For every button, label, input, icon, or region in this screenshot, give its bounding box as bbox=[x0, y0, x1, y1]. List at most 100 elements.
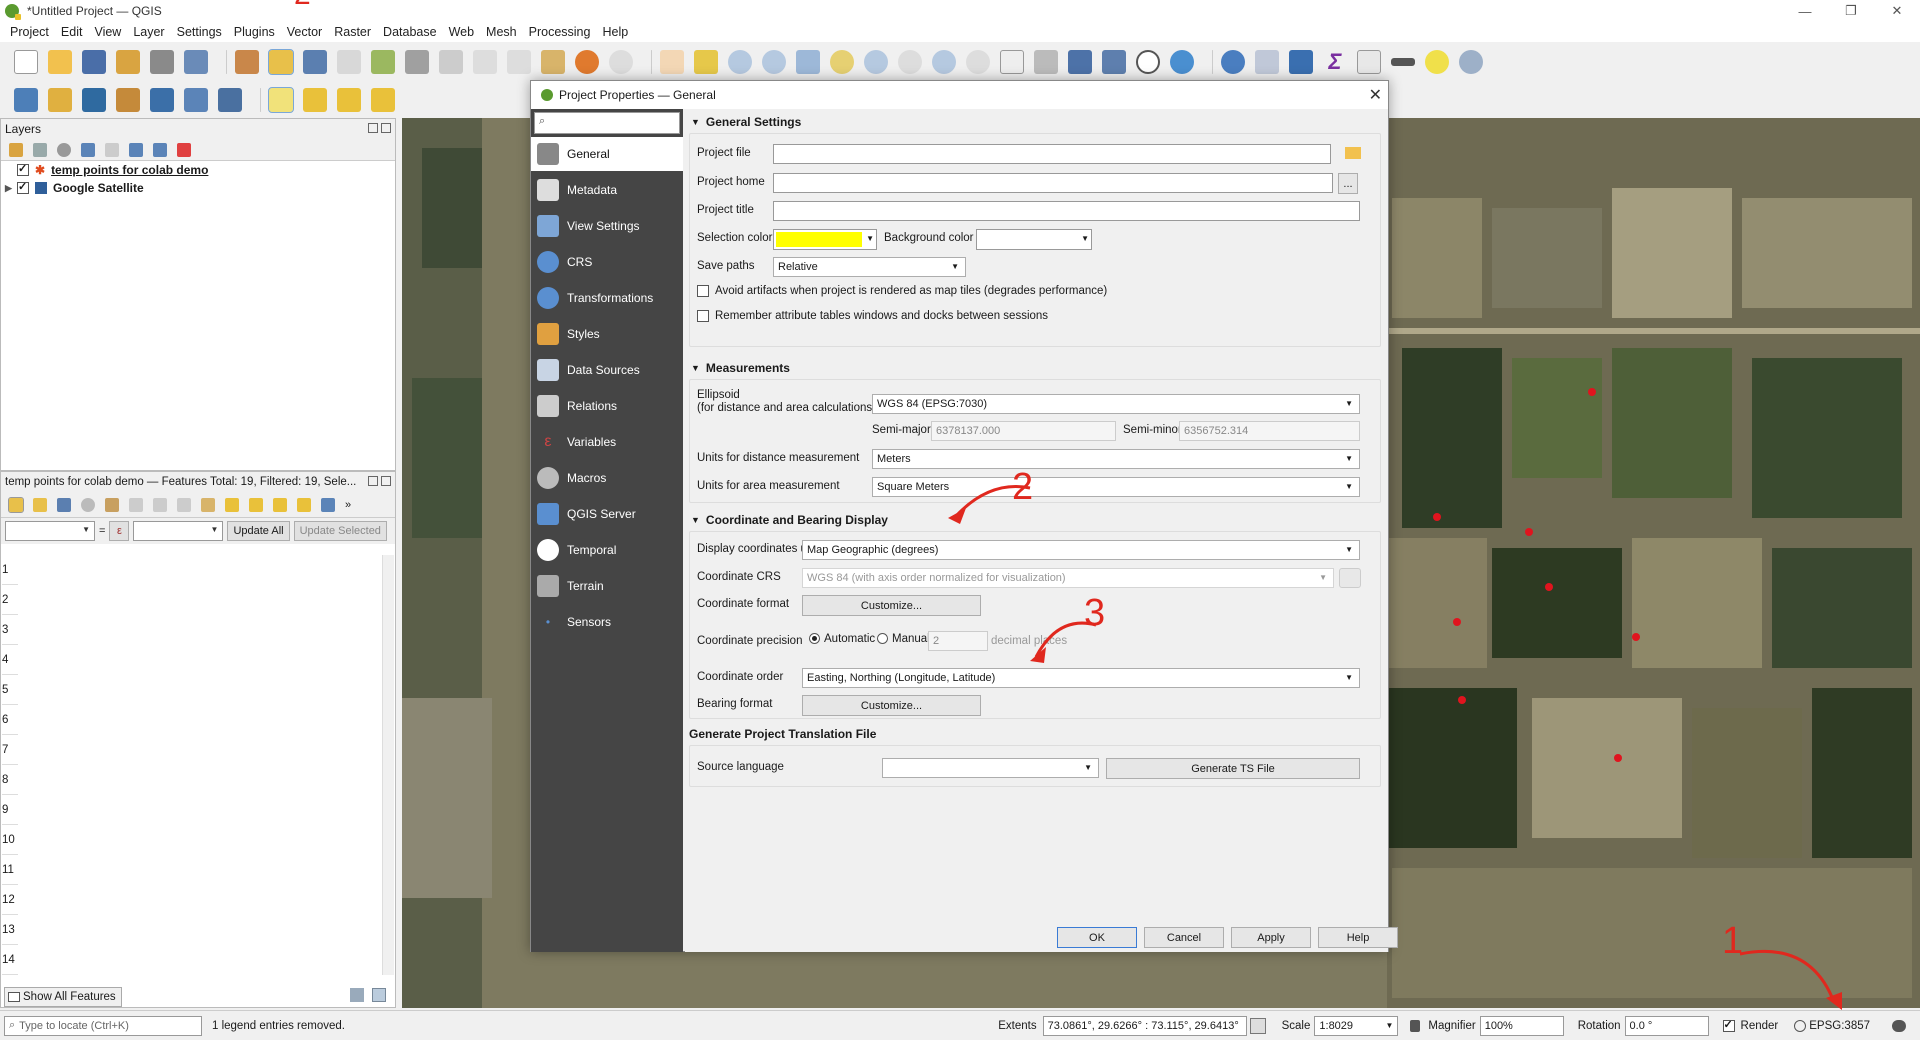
map-point-marker[interactable] bbox=[1525, 528, 1533, 536]
add-wms-icon[interactable] bbox=[184, 88, 208, 112]
selection-color-button[interactable]: ▼ bbox=[773, 229, 877, 250]
close-icon[interactable]: ✕ bbox=[1369, 85, 1382, 105]
magnifier-spinbox[interactable]: 100% bbox=[1479, 1015, 1564, 1036]
map-tips-icon[interactable] bbox=[1425, 50, 1449, 74]
browse-home-button[interactable]: ... bbox=[1338, 173, 1358, 194]
toggle-editing-icon[interactable] bbox=[8, 496, 24, 513]
nav-search-input[interactable]: ⌕ bbox=[534, 112, 680, 134]
filter-expression-icon[interactable] bbox=[105, 142, 119, 157]
section-measurements[interactable]: ▼ Measurements bbox=[691, 361, 790, 375]
nav-view-settings[interactable]: View Settings bbox=[531, 209, 683, 243]
delete-selected-icon[interactable] bbox=[439, 50, 463, 74]
deselect-icon[interactable] bbox=[337, 88, 361, 112]
add-feature-icon[interactable] bbox=[337, 50, 361, 74]
remember-tables-checkbox[interactable] bbox=[697, 310, 709, 322]
manage-map-themes-icon[interactable] bbox=[57, 142, 71, 157]
help-button[interactable]: Help bbox=[1318, 927, 1398, 948]
semi-major-input[interactable]: 6378137.000 bbox=[931, 421, 1116, 441]
add-feature-icon[interactable] bbox=[105, 497, 119, 512]
processing-toolbox-icon[interactable] bbox=[1289, 50, 1313, 74]
menu-mesh[interactable]: Mesh bbox=[480, 25, 523, 39]
nav-temporal[interactable]: Temporal bbox=[531, 533, 683, 567]
new-geopackage-icon[interactable] bbox=[48, 88, 72, 112]
cut-icon[interactable] bbox=[473, 50, 497, 74]
open-attribute-table-icon[interactable] bbox=[1255, 50, 1279, 74]
row-number[interactable]: 1 bbox=[2, 555, 18, 585]
row-number[interactable]: 7 bbox=[2, 735, 18, 765]
ok-button[interactable]: OK bbox=[1057, 927, 1137, 948]
temporal-controller-icon[interactable] bbox=[1136, 50, 1160, 74]
row-number[interactable]: 5 bbox=[2, 675, 18, 705]
toggle-extents-icon[interactable] bbox=[1249, 1017, 1266, 1034]
deselect-all-icon[interactable] bbox=[297, 497, 311, 512]
layer-item-google-satellite[interactable]: ▶ Google Satellite bbox=[1, 179, 395, 197]
nav-variables[interactable]: ε Variables bbox=[531, 425, 683, 459]
row-number[interactable]: 8 bbox=[2, 765, 18, 795]
menu-view[interactable]: View bbox=[88, 25, 127, 39]
section-coordinate-display[interactable]: ▼ Coordinate and Bearing Display bbox=[691, 513, 888, 527]
float-panel-icon[interactable] bbox=[368, 123, 378, 133]
rotation-spinbox[interactable]: 0.0 ° bbox=[1624, 1015, 1709, 1036]
expression-button[interactable]: ε bbox=[109, 521, 130, 541]
style-manager-icon[interactable] bbox=[184, 50, 208, 74]
zoom-native-icon[interactable] bbox=[898, 50, 922, 74]
nav-macros[interactable]: Macros bbox=[531, 461, 683, 495]
menu-layer[interactable]: Layer bbox=[127, 25, 170, 39]
filter-legend-icon[interactable] bbox=[81, 142, 95, 157]
manual-radio[interactable] bbox=[877, 633, 888, 645]
new-3d-map-icon[interactable] bbox=[1034, 50, 1058, 74]
ellipsoid-select[interactable]: WGS 84 (EPSG:7030) ▼ bbox=[872, 394, 1360, 414]
layout-manager-icon[interactable] bbox=[150, 50, 174, 74]
row-number[interactable]: 12 bbox=[2, 885, 18, 915]
digitize-icon[interactable] bbox=[235, 50, 259, 74]
open-project-icon[interactable] bbox=[48, 50, 72, 74]
copy-icon[interactable] bbox=[177, 497, 191, 512]
add-vector-icon[interactable] bbox=[218, 88, 242, 112]
cancel-button[interactable]: Cancel bbox=[1144, 927, 1224, 948]
locator-input[interactable]: ⌕ Type to locate (Ctrl+K) bbox=[4, 1015, 202, 1036]
nav-terrain[interactable]: Terrain bbox=[531, 569, 683, 603]
zoom-out-icon[interactable] bbox=[762, 50, 786, 74]
menu-vector[interactable]: Vector bbox=[281, 25, 328, 39]
new-project-icon[interactable] bbox=[14, 50, 38, 74]
lock-icon[interactable] bbox=[1410, 1019, 1421, 1032]
remember-tables-option[interactable]: Remember attribute tables windows and do… bbox=[697, 310, 1048, 322]
nav-crs[interactable]: CRS bbox=[531, 245, 683, 279]
float-panel-icon[interactable] bbox=[368, 476, 378, 486]
invert-selection-icon[interactable] bbox=[273, 497, 287, 512]
menu-raster[interactable]: Raster bbox=[328, 25, 377, 39]
map-point-marker[interactable] bbox=[1458, 696, 1466, 704]
value-input[interactable]: ▼ bbox=[133, 521, 224, 541]
zoom-selection-icon[interactable] bbox=[830, 50, 854, 74]
map-point-marker[interactable] bbox=[1545, 583, 1553, 591]
menu-processing[interactable]: Processing bbox=[523, 25, 597, 39]
layer-visibility-checkbox[interactable] bbox=[17, 162, 29, 176]
multi-edit-icon[interactable] bbox=[33, 497, 47, 512]
row-number[interactable]: 11 bbox=[2, 855, 18, 885]
background-color-button[interactable]: ▼ bbox=[976, 229, 1092, 250]
save-paths-select[interactable]: Relative ▼ bbox=[773, 257, 966, 277]
project-home-input[interactable] bbox=[773, 173, 1333, 193]
project-title-input[interactable] bbox=[773, 201, 1360, 221]
project-file-input[interactable] bbox=[773, 144, 1331, 164]
map-point-marker[interactable] bbox=[1632, 633, 1640, 641]
remove-layer-icon[interactable] bbox=[177, 142, 191, 157]
row-number[interactable]: 4 bbox=[2, 645, 18, 675]
menu-database[interactable]: Database bbox=[377, 25, 443, 39]
map-point-marker[interactable] bbox=[1614, 754, 1622, 762]
precision-spinbox[interactable]: 2 bbox=[928, 631, 988, 651]
crs-button[interactable]: EPSG:3857 bbox=[1809, 1020, 1870, 1032]
nav-relations[interactable]: Relations bbox=[531, 389, 683, 423]
add-group-icon[interactable] bbox=[33, 142, 47, 157]
precision-manual-option[interactable]: Manual bbox=[877, 633, 930, 645]
folder-icon[interactable] bbox=[1345, 147, 1361, 159]
refresh-icon[interactable] bbox=[1170, 50, 1194, 74]
save-project-icon[interactable] bbox=[82, 50, 106, 74]
section-general-settings[interactable]: ▼ General Settings bbox=[691, 115, 801, 129]
vertex-tool-icon[interactable] bbox=[371, 50, 395, 74]
show-all-features-button[interactable]: Show All Features bbox=[4, 987, 122, 1007]
filter-icon[interactable] bbox=[321, 497, 335, 512]
zoom-full-icon[interactable] bbox=[796, 50, 820, 74]
distance-units-select[interactable]: Meters ▼ bbox=[872, 449, 1360, 469]
nav-metadata[interactable]: Metadata bbox=[531, 173, 683, 207]
